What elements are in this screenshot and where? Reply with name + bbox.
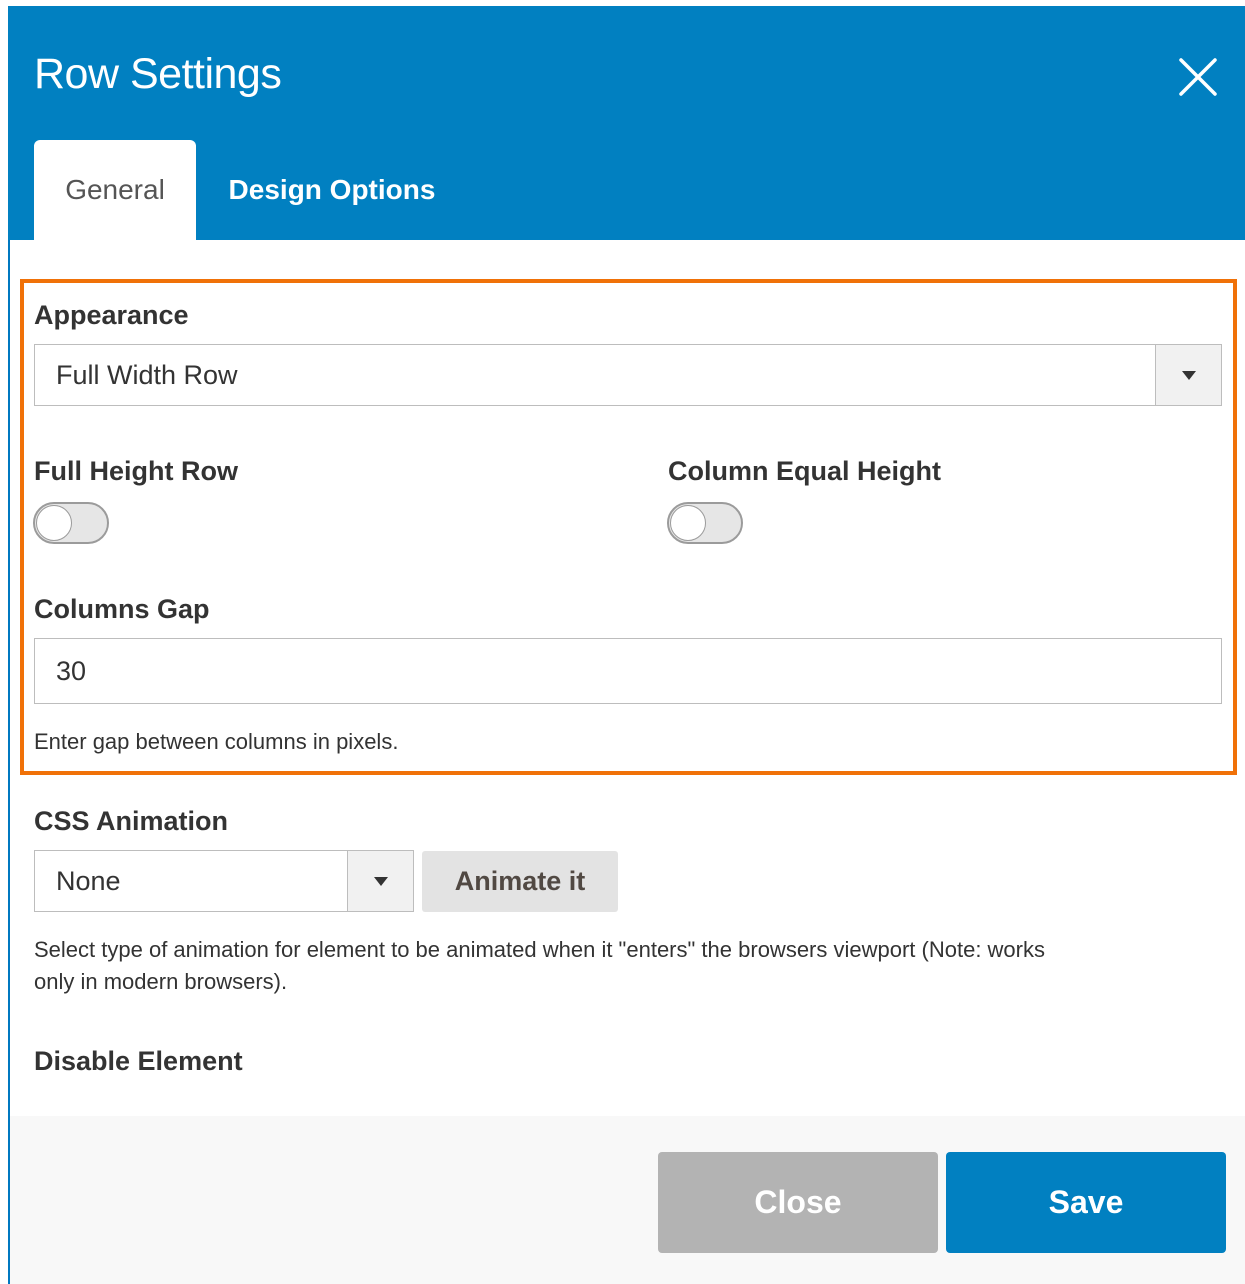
toggle-knob bbox=[670, 505, 706, 541]
columns-gap-input[interactable]: 30 bbox=[34, 638, 1222, 704]
css-animation-dropdown-arrow[interactable] bbox=[347, 851, 413, 911]
appearance-label: Appearance bbox=[34, 300, 189, 330]
appearance-selected-value: Full Width Row bbox=[56, 359, 238, 390]
appearance-dropdown-arrow[interactable] bbox=[1155, 345, 1221, 405]
css-animation-help-line2: only in modern browsers). bbox=[34, 969, 288, 994]
animate-it-button[interactable]: Animate it bbox=[422, 851, 618, 912]
css-animation-help-line1: Select type of animation for element to … bbox=[34, 937, 1045, 962]
chevron-down-icon bbox=[1181, 370, 1196, 380]
column-equal-height-label: Column Equal Height bbox=[668, 456, 941, 486]
tab-design-options[interactable]: Design Options bbox=[222, 140, 442, 240]
css-animation-selected-value: None bbox=[56, 865, 121, 896]
chevron-down-icon bbox=[373, 876, 388, 886]
columns-gap-help: Enter gap between columns in pixels. bbox=[34, 729, 399, 754]
full-height-row-label: Full Height Row bbox=[34, 456, 238, 486]
tab-general[interactable]: General bbox=[34, 140, 196, 240]
columns-gap-label: Columns Gap bbox=[34, 594, 210, 624]
appearance-select[interactable]: Full Width Row bbox=[34, 344, 1222, 406]
disable-element-label: Disable Element bbox=[34, 1046, 243, 1076]
css-animation-label: CSS Animation bbox=[34, 806, 229, 836]
css-animation-select[interactable]: None bbox=[34, 850, 414, 912]
modal-title: Row Settings bbox=[34, 50, 282, 98]
save-button[interactable]: Save bbox=[946, 1152, 1226, 1253]
close-button[interactable]: Close bbox=[658, 1152, 938, 1253]
modal-header: Row Settings General Design Options bbox=[8, 6, 1245, 240]
close-icon[interactable] bbox=[1173, 52, 1223, 102]
column-equal-height-toggle[interactable] bbox=[667, 502, 743, 544]
full-height-row-toggle[interactable] bbox=[33, 502, 109, 544]
toggle-knob bbox=[36, 505, 72, 541]
row-settings-modal: Row Settings General Design Options Appe… bbox=[0, 0, 1245, 1284]
